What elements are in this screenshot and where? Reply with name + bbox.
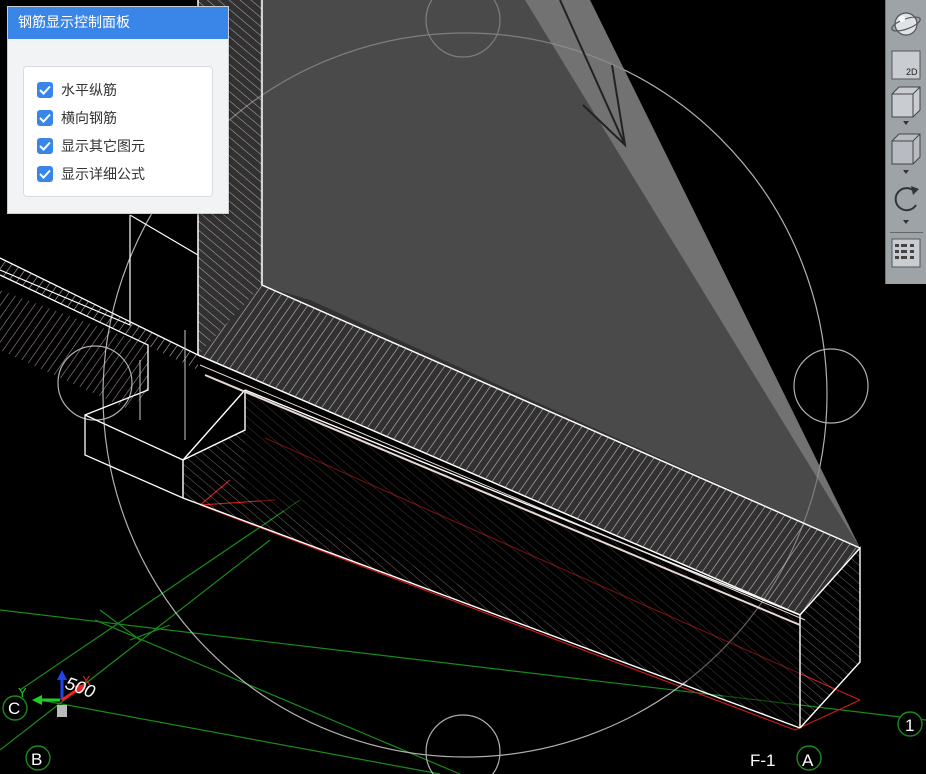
view-3d-box-icon[interactable] [891,86,921,126]
checkbox-checked-icon[interactable] [37,110,53,126]
option-label: 水平纵筋 [61,83,117,99]
option-horizontal-rebar[interactable]: 水平纵筋 [37,80,117,100]
view-solid-box-icon[interactable] [891,133,921,177]
axis-label-a: A [802,751,814,770]
axis-label-c: C [8,699,20,718]
option-show-detailed-formula[interactable]: 显示详细公式 [37,164,145,184]
option-label: 显示详细公式 [61,167,145,183]
triad-label-y: Y [18,685,27,700]
rotate-icon[interactable] [891,183,921,227]
option-label: 横向钢筋 [61,111,117,127]
panel-options: 水平纵筋 横向钢筋 显示其它图元 显示详细公式 [23,66,213,197]
toolbar-divider [890,232,923,233]
axis-label-f1: F-1 [750,751,776,770]
axis-label-b: B [31,750,42,769]
layer-list-icon[interactable] [891,238,921,268]
checkbox-checked-icon[interactable] [37,82,53,98]
option-transverse-rebar[interactable]: 横向钢筋 [37,108,117,128]
view-2d-icon[interactable]: 2D [891,50,921,80]
orbit-sphere-icon[interactable] [891,8,921,40]
panel-title: 钢筋显示控制面板 [8,7,228,39]
checkbox-checked-icon[interactable] [37,138,53,154]
option-label: 显示其它图元 [61,139,145,155]
option-show-other-elements[interactable]: 显示其它图元 [37,136,145,156]
rebar-display-panel: 钢筋显示控制面板 水平纵筋 横向钢筋 显示其它图元 显示详细公式 [7,6,229,214]
left-beam-element [0,214,199,499]
view-2d-text: 2D [906,67,918,77]
axis-label-1: 1 [905,716,914,735]
checkbox-checked-icon[interactable] [37,166,53,182]
view-toolbar: 2D [885,0,926,284]
